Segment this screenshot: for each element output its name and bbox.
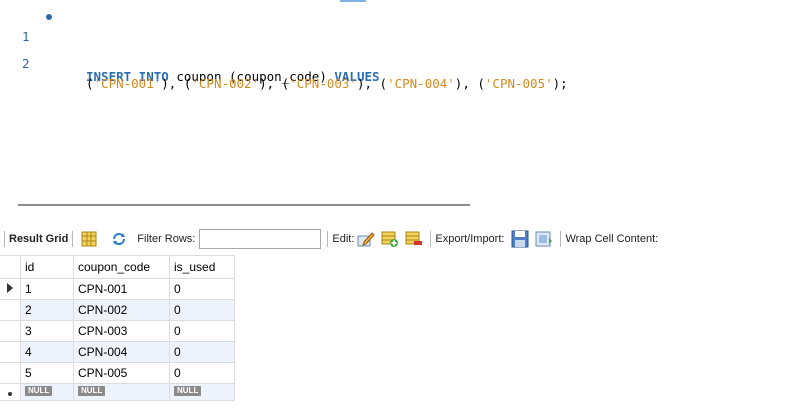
cell-coupon-code[interactable]: CPN-002: [73, 299, 170, 321]
null-badge: NULL: [174, 386, 202, 396]
cell-id[interactable]: 3: [20, 320, 74, 342]
punctuation: ), (: [161, 76, 192, 91]
execution-marker-icon: [46, 14, 52, 20]
panel-splitter[interactable]: [18, 204, 470, 206]
filter-rows-label: Filter Rows:: [137, 233, 196, 245]
row-indicator[interactable]: [0, 299, 21, 321]
toolbar-separator: [72, 231, 74, 247]
table-row[interactable]: 2 CPN-002 0: [0, 299, 235, 321]
row-indicator[interactable]: [0, 341, 21, 363]
refresh-icon[interactable]: [109, 229, 129, 249]
sql-editor[interactable]: 1 INSERT INTO coupon (coupon_code) VALUE…: [0, 0, 786, 180]
toolbar-separator: [4, 231, 5, 247]
edit-pencil-icon[interactable]: [356, 229, 376, 249]
cell-id[interactable]: 5: [20, 362, 74, 384]
table-row[interactable]: 1 CPN-001 0: [0, 278, 235, 300]
toolbar-separator: [430, 231, 432, 247]
row-indicator-header: [0, 255, 21, 279]
table-row[interactable]: 4 CPN-004 0: [0, 341, 235, 363]
punctuation: (: [86, 76, 94, 91]
column-header-coupon-code[interactable]: coupon_code: [73, 255, 170, 279]
cell-is-used[interactable]: 0: [169, 299, 235, 321]
table-row[interactable]: 3 CPN-003 0: [0, 320, 235, 342]
line-number-2: 2: [22, 56, 30, 71]
code-line-2[interactable]: 2 ('CPN-001'), ('CPN-002'), ('CPN-003'),…: [0, 34, 568, 91]
result-toolbar: Result Grid Filter Rows: Edit: Export/Im…: [0, 226, 786, 252]
column-header-id[interactable]: id: [20, 255, 74, 279]
punctuation: );: [552, 76, 568, 91]
row-indicator[interactable]: [0, 320, 21, 342]
code-text-2: ('CPN-001'), ('CPN-002'), ('CPN-003'), (…: [86, 74, 568, 94]
cell-coupon-code[interactable]: CPN-003: [73, 320, 170, 342]
row-indicator[interactable]: [0, 383, 21, 401]
string-literal: 'CPN-001': [93, 76, 162, 91]
export-icon[interactable]: [510, 229, 530, 249]
row-indicator[interactable]: [0, 278, 21, 300]
cell-id[interactable]: NULL: [20, 383, 74, 401]
insert-row-icon[interactable]: [380, 229, 400, 249]
cell-is-used[interactable]: 0: [169, 362, 235, 384]
cell-coupon-code[interactable]: CPN-005: [73, 362, 170, 384]
row-indicator[interactable]: [0, 362, 21, 384]
result-grid-tab[interactable]: Result Grid: [9, 233, 68, 245]
cell-coupon-code[interactable]: CPN-001: [73, 278, 170, 300]
string-literal: 'CPN-004': [387, 76, 455, 91]
null-badge: NULL: [25, 386, 53, 396]
toolbar-separator: [327, 231, 329, 247]
code-line-1[interactable]: 1 INSERT INTO coupon (coupon_code) VALUE…: [0, 7, 380, 84]
grid-header-row: id coupon_code is_used: [0, 255, 235, 279]
delete-row-icon[interactable]: [404, 229, 424, 249]
cell-is-used[interactable]: 0: [169, 341, 235, 363]
cell-is-used[interactable]: 0: [169, 278, 235, 300]
column-header-is-used[interactable]: is_used: [169, 255, 235, 279]
cell-coupon-code[interactable]: CPN-004: [73, 341, 170, 363]
punctuation: ), (: [454, 76, 485, 91]
cell-id[interactable]: 4: [20, 341, 74, 363]
result-grid[interactable]: id coupon_code is_used 1 CPN-001 0 2 CPN…: [0, 255, 235, 401]
punctuation: ), (: [259, 76, 290, 91]
wrap-cell-content-label[interactable]: Wrap Cell Content:: [565, 233, 658, 245]
table-row[interactable]: 5 CPN-005 0: [0, 362, 235, 384]
new-row[interactable]: NULL NULL NULL: [0, 383, 235, 401]
new-row-marker-icon: [8, 392, 12, 396]
cell-coupon-code[interactable]: NULL: [73, 383, 170, 401]
import-icon[interactable]: [534, 229, 554, 249]
cell-is-used[interactable]: 0: [169, 320, 235, 342]
cell-id[interactable]: 1: [20, 278, 74, 300]
null-badge: NULL: [78, 386, 106, 396]
punctuation: ), (: [356, 76, 388, 91]
string-literal: 'CPN-005': [484, 76, 553, 91]
editor-top-accent: [340, 0, 366, 2]
row-indicator-arrow-icon: [7, 283, 13, 293]
string-literal: 'CPN-003': [289, 76, 357, 91]
filter-rows-input[interactable]: [199, 229, 322, 249]
cell-id[interactable]: 2: [20, 299, 74, 321]
string-literal: 'CPN-002': [191, 76, 260, 91]
edit-label: Edit:: [332, 233, 355, 245]
cell-is-used[interactable]: NULL: [169, 383, 235, 401]
form-view-icon[interactable]: [79, 229, 99, 249]
toolbar-separator: [560, 231, 562, 247]
export-import-label: Export/Import:: [435, 233, 505, 245]
